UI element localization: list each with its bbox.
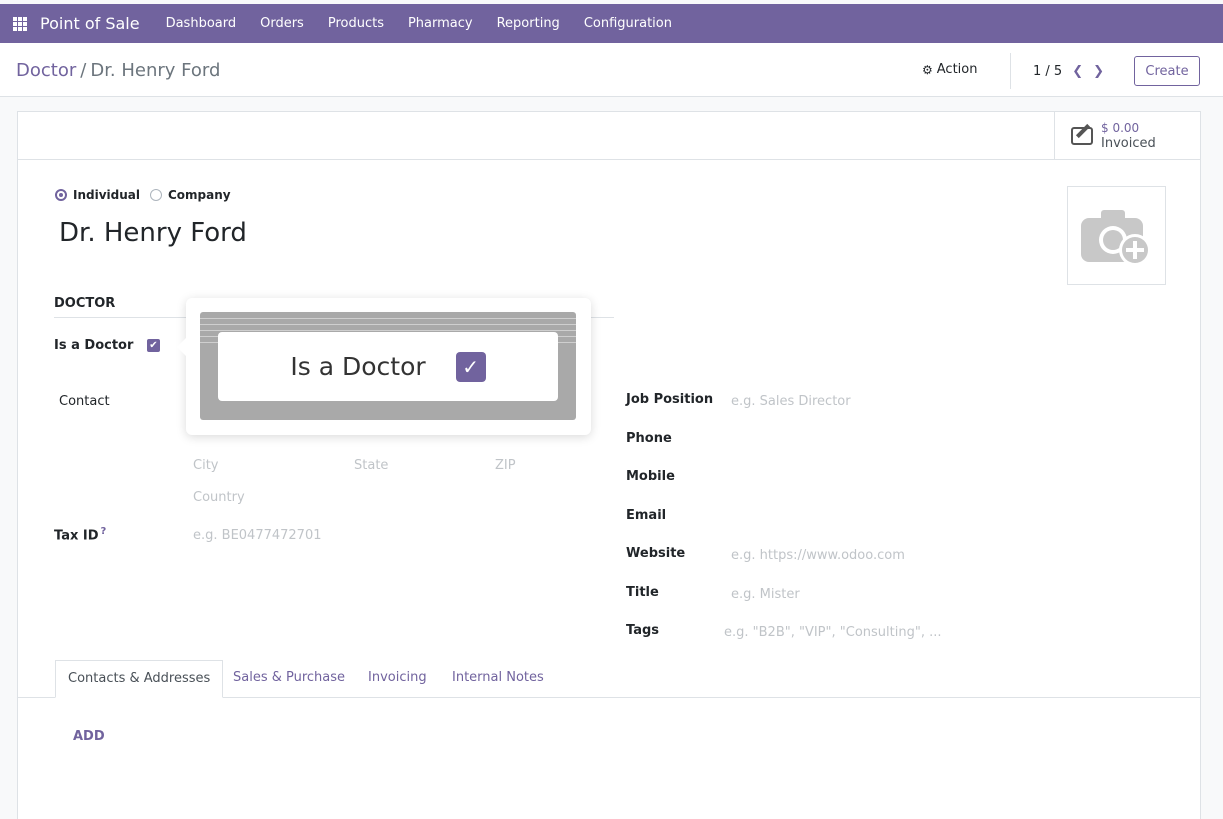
notebook-tabs: Contacts & Addresses Sales & Purchase In… xyxy=(18,660,1200,698)
invoiced-label: Invoiced xyxy=(1101,135,1156,151)
invoiced-amount: $ 0.00 xyxy=(1101,120,1140,135)
menu-pharmacy[interactable]: Pharmacy xyxy=(408,16,473,31)
is-doctor-checkbox[interactable]: ✔ xyxy=(147,339,160,352)
breadcrumb: Doctor / Dr. Henry Ford xyxy=(16,60,220,81)
menu-reporting[interactable]: Reporting xyxy=(497,16,560,31)
add-contact-button[interactable]: ADD xyxy=(73,729,105,744)
menu-orders[interactable]: Orders xyxy=(260,16,304,31)
apps-menu-button[interactable] xyxy=(0,4,40,43)
zoom-tooltip: Is a Doctor ✓ xyxy=(177,298,591,435)
action-button[interactable]: ⚙ Action xyxy=(922,62,977,77)
apps-grid-icon xyxy=(13,16,27,31)
gear-icon: ⚙ xyxy=(922,62,933,77)
tooltip-arrow xyxy=(177,338,186,356)
email-label: Email xyxy=(626,508,667,523)
tab-internal-notes[interactable]: Internal Notes xyxy=(452,670,544,685)
website-input[interactable]: e.g. https://www.odoo.com xyxy=(731,548,905,563)
state-input[interactable]: State xyxy=(354,458,388,473)
top-navbar: Point of Sale Dashboard Orders Products … xyxy=(0,4,1223,43)
chevron-right-icon[interactable]: ❯ xyxy=(1093,64,1104,79)
tax-id-input[interactable]: e.g. BE0477472701 xyxy=(193,528,322,543)
phone-label: Phone xyxy=(626,431,672,446)
city-input[interactable]: City xyxy=(193,458,218,473)
contact-label: Contact xyxy=(59,394,110,409)
edit-invoice-icon xyxy=(1071,126,1093,145)
camera-add-icon xyxy=(1080,209,1151,266)
menu-dashboard[interactable]: Dashboard xyxy=(166,16,237,31)
partner-type-radios: Individual Company xyxy=(55,188,241,202)
tax-id-label-text: Tax ID xyxy=(54,528,99,544)
mobile-label: Mobile xyxy=(626,469,675,484)
action-label: Action xyxy=(936,62,978,77)
create-button[interactable]: Create xyxy=(1134,56,1200,86)
avatar-upload[interactable] xyxy=(1067,186,1166,285)
invoiced-stat-button[interactable]: $ 0.00 Invoiced xyxy=(1054,112,1170,159)
button-box: $ 0.00 Invoiced xyxy=(18,112,1200,160)
help-icon[interactable]: ? xyxy=(101,526,107,537)
app-brand[interactable]: Point of Sale xyxy=(40,14,140,33)
radio-individual[interactable] xyxy=(55,189,67,201)
tooltip-preview: Is a Doctor ✓ xyxy=(200,312,576,420)
job-position-label: Job Position xyxy=(626,392,714,407)
tab-contacts-addresses[interactable]: Contacts & Addresses xyxy=(55,660,224,698)
control-panel: Doctor / Dr. Henry Ford ⚙ Action 1 / 5 ❮ ❯… xyxy=(0,43,1223,97)
menu-configuration[interactable]: Configuration xyxy=(584,16,672,31)
chevron-left-icon[interactable]: ❮ xyxy=(1072,64,1083,79)
breadcrumb-separator: / xyxy=(80,60,87,81)
tax-id-label: Tax ID? xyxy=(54,526,106,543)
pager: 1 / 5 ❮ ❯ xyxy=(1010,53,1104,89)
radio-individual-label[interactable]: Individual xyxy=(73,188,140,202)
tooltip-zoom-box: Is a Doctor ✓ xyxy=(218,332,558,401)
radio-company-label[interactable]: Company xyxy=(168,188,231,202)
job-position-input[interactable]: e.g. Sales Director xyxy=(731,394,851,409)
tab-sales-purchase[interactable]: Sales & Purchase xyxy=(233,670,345,685)
radio-company[interactable] xyxy=(150,189,162,201)
country-input[interactable]: Country xyxy=(193,490,245,505)
tags-input[interactable]: e.g. "B2B", "VIP", "Consulting", ... xyxy=(724,625,941,640)
title-label: Title xyxy=(626,585,659,600)
tab-invoicing[interactable]: Invoicing xyxy=(368,670,427,685)
menu-products[interactable]: Products xyxy=(328,16,384,31)
breadcrumb-parent[interactable]: Doctor xyxy=(16,60,76,81)
is-doctor-label: Is a Doctor xyxy=(54,338,134,353)
pager-value[interactable]: 1 / 5 xyxy=(1033,64,1062,79)
form-sheet: $ 0.00 Invoiced Individual Company Dr. H… xyxy=(17,111,1201,819)
partner-name-field[interactable]: Dr. Henry Ford xyxy=(59,218,247,248)
tags-label: Tags xyxy=(626,623,660,638)
checkmark-icon: ✓ xyxy=(455,351,486,382)
website-label: Website xyxy=(626,546,686,561)
title-input[interactable]: e.g. Mister xyxy=(731,587,800,602)
breadcrumb-current: Dr. Henry Ford xyxy=(90,60,221,81)
tooltip-zoom-label: Is a Doctor xyxy=(290,352,426,381)
zip-input[interactable]: ZIP xyxy=(495,458,516,473)
